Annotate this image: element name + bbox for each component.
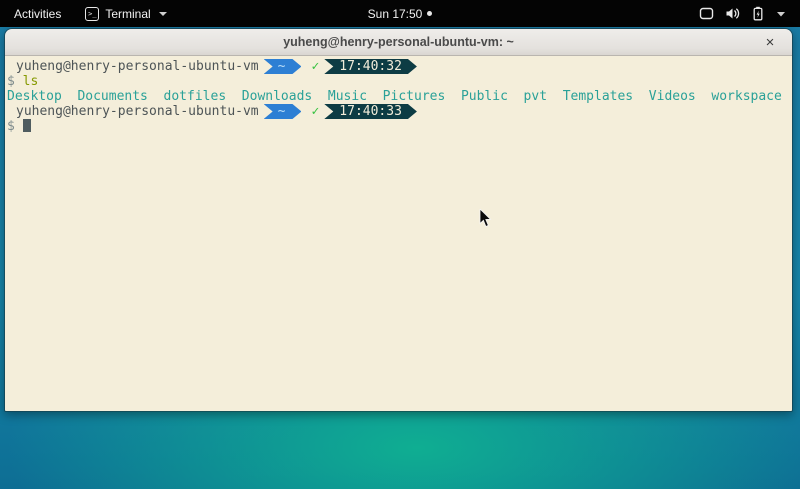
volume-icon — [725, 7, 740, 20]
prompt-dollar: $ — [7, 119, 15, 134]
terminal-window: yuheng@henry-personal-ubuntu-vm: ~ × yuh… — [4, 28, 793, 412]
close-button[interactable]: × — [758, 29, 782, 55]
battery-charging-icon — [751, 6, 765, 21]
app-menu-label: Terminal — [105, 7, 150, 21]
prompt-user: yuheng@henry-personal-ubuntu-vm — [16, 59, 259, 74]
prompt-path-segment: ~ — [264, 59, 302, 74]
chevron-down-icon — [776, 11, 786, 17]
prompt-time-segment: 17:40:32 — [324, 59, 417, 74]
clock-label: Sun 17:50 — [368, 7, 423, 21]
system-tray[interactable] — [699, 0, 800, 27]
app-menu-terminal[interactable]: >_ Terminal — [75, 0, 176, 27]
ls-output: Desktop Documents dotfiles Downloads Mus… — [7, 89, 790, 104]
activities-button[interactable]: Activities — [0, 0, 75, 27]
prompt-line: yuheng@henry-personal-ubuntu-vm ~ ✓ 17:4… — [7, 59, 790, 74]
top-bar: Activities >_ Terminal Sun 17:50 — [0, 0, 800, 27]
prompt-user: yuheng@henry-personal-ubuntu-vm — [16, 104, 259, 119]
terminal-content[interactable]: yuheng@henry-personal-ubuntu-vm ~ ✓ 17:4… — [5, 56, 792, 411]
desktop: { "top_bar": { "activities_label": "Acti… — [0, 0, 800, 489]
chevron-down-icon — [159, 12, 167, 16]
terminal-icon: >_ — [85, 7, 99, 21]
input-line: $ — [7, 119, 790, 134]
prompt-status-check-icon: ✓ — [311, 104, 319, 119]
screen-icon — [699, 7, 714, 20]
notification-dot-icon — [427, 11, 432, 16]
prompt-time-segment: 17:40:33 — [324, 104, 417, 119]
prompt-line: yuheng@henry-personal-ubuntu-vm ~ ✓ 17:4… — [7, 104, 790, 119]
window-title-bar[interactable]: yuheng@henry-personal-ubuntu-vm: ~ × — [5, 29, 792, 56]
command-line: $ ls — [7, 74, 790, 89]
window-title: yuheng@henry-personal-ubuntu-vm: ~ — [283, 35, 514, 49]
prompt-path-segment: ~ — [264, 104, 302, 119]
command-text: ls — [23, 74, 39, 89]
prompt-status-check-icon: ✓ — [311, 59, 319, 74]
prompt-dollar: $ — [7, 74, 15, 89]
clock-button[interactable]: Sun 17:50 — [368, 7, 433, 21]
terminal-cursor — [23, 119, 31, 132]
